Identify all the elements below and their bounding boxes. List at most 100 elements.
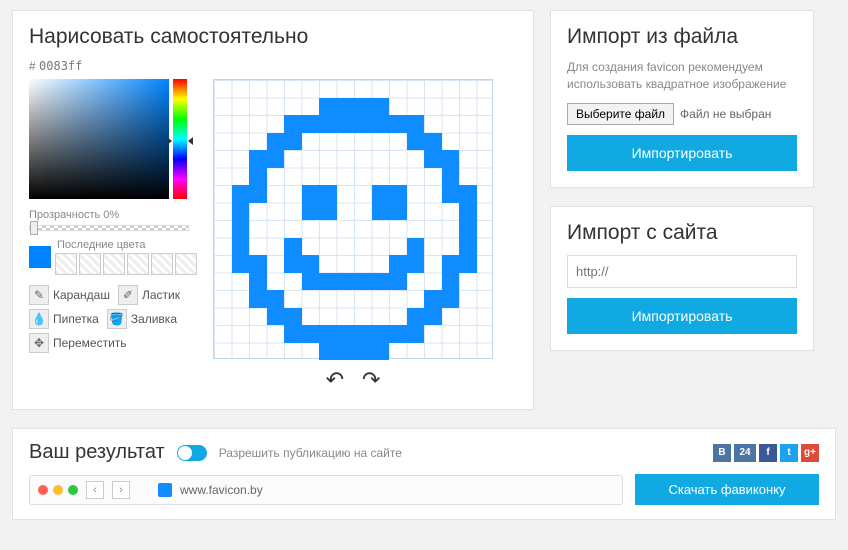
canvas-pixel[interactable]: [267, 133, 285, 151]
canvas-pixel[interactable]: [232, 203, 250, 221]
canvas-pixel[interactable]: [232, 220, 250, 238]
canvas-pixel[interactable]: [354, 343, 372, 361]
tool-fill[interactable]: 🪣Заливка: [107, 309, 177, 329]
canvas-pixel[interactable]: [407, 255, 425, 273]
canvas-pixel[interactable]: [302, 255, 320, 273]
undo-button[interactable]: ↶: [326, 367, 344, 393]
current-color-swatch[interactable]: [29, 246, 51, 268]
canvas-pixel[interactable]: [302, 115, 320, 133]
recent-swatch[interactable]: [55, 253, 77, 275]
canvas-pixel[interactable]: [372, 185, 390, 203]
gplus-share-icon[interactable]: g+: [801, 444, 819, 462]
canvas-pixel[interactable]: [372, 203, 390, 221]
canvas-pixel[interactable]: [407, 308, 425, 326]
recent-swatch[interactable]: [79, 253, 101, 275]
redo-button[interactable]: ↷: [362, 367, 380, 393]
canvas-pixel[interactable]: [319, 325, 337, 343]
canvas-pixel[interactable]: [372, 115, 390, 133]
import-site-submit[interactable]: Импортировать: [567, 298, 797, 334]
canvas-pixel[interactable]: [354, 98, 372, 116]
canvas-pixel[interactable]: [249, 255, 267, 273]
canvas-pixel[interactable]: [389, 255, 407, 273]
canvas-pixel[interactable]: [459, 220, 477, 238]
recent-swatch[interactable]: [127, 253, 149, 275]
vk-share-icon[interactable]: B: [713, 444, 731, 462]
canvas-pixel[interactable]: [372, 325, 390, 343]
nav-back-button[interactable]: ‹: [86, 481, 104, 499]
canvas-pixel[interactable]: [284, 133, 302, 151]
canvas-pixel[interactable]: [389, 203, 407, 221]
canvas-pixel[interactable]: [337, 343, 355, 361]
canvas-pixel[interactable]: [389, 325, 407, 343]
canvas-pixel[interactable]: [424, 150, 442, 168]
canvas-pixel[interactable]: [319, 115, 337, 133]
canvas-pixel[interactable]: [249, 290, 267, 308]
canvas-pixel[interactable]: [372, 273, 390, 291]
download-button[interactable]: Скачать фавиконку: [635, 474, 819, 505]
canvas-pixel[interactable]: [354, 115, 372, 133]
canvas-pixel[interactable]: [249, 273, 267, 291]
canvas-pixel[interactable]: [354, 273, 372, 291]
canvas-pixel[interactable]: [442, 150, 460, 168]
recent-swatch[interactable]: [103, 253, 125, 275]
canvas-pixel[interactable]: [424, 133, 442, 151]
canvas-pixel[interactable]: [267, 150, 285, 168]
canvas-pixel[interactable]: [232, 238, 250, 256]
transparency-slider[interactable]: [29, 225, 189, 231]
canvas-pixel[interactable]: [389, 185, 407, 203]
canvas-pixel[interactable]: [424, 308, 442, 326]
canvas-pixel[interactable]: [232, 255, 250, 273]
publish-toggle[interactable]: [177, 445, 207, 461]
hex-input[interactable]: [39, 59, 109, 73]
canvas-pixel[interactable]: [284, 325, 302, 343]
nav-forward-button[interactable]: ›: [112, 481, 130, 499]
canvas-pixel[interactable]: [442, 255, 460, 273]
tool-pipette[interactable]: 💧Пипетка: [29, 309, 99, 329]
canvas-pixel[interactable]: [337, 273, 355, 291]
canvas-pixel[interactable]: [407, 325, 425, 343]
tool-eraser[interactable]: ✐Ластик: [118, 285, 180, 305]
canvas-pixel[interactable]: [337, 325, 355, 343]
canvas-pixel[interactable]: [424, 290, 442, 308]
canvas-pixel[interactable]: [284, 255, 302, 273]
canvas-pixel[interactable]: [389, 115, 407, 133]
pixel-canvas[interactable]: [213, 79, 493, 359]
canvas-pixel[interactable]: [459, 185, 477, 203]
canvas-pixel[interactable]: [442, 290, 460, 308]
canvas-pixel[interactable]: [442, 273, 460, 291]
canvas-pixel[interactable]: [337, 98, 355, 116]
tool-move[interactable]: ✥Переместить: [29, 333, 127, 353]
canvas-pixel[interactable]: [302, 203, 320, 221]
canvas-pixel[interactable]: [354, 325, 372, 343]
choose-file-button[interactable]: Выберите файл: [567, 103, 674, 125]
canvas-pixel[interactable]: [319, 343, 337, 361]
canvas-pixel[interactable]: [442, 185, 460, 203]
canvas-pixel[interactable]: [442, 168, 460, 186]
canvas-pixel[interactable]: [232, 185, 250, 203]
canvas-pixel[interactable]: [284, 308, 302, 326]
canvas-pixel[interactable]: [319, 98, 337, 116]
canvas-pixel[interactable]: [319, 273, 337, 291]
canvas-pixel[interactable]: [319, 185, 337, 203]
canvas-pixel[interactable]: [407, 133, 425, 151]
canvas-pixel[interactable]: [459, 255, 477, 273]
canvas-pixel[interactable]: [372, 98, 390, 116]
saturation-value-picker[interactable]: [29, 79, 169, 199]
canvas-pixel[interactable]: [267, 290, 285, 308]
canvas-pixel[interactable]: [459, 203, 477, 221]
canvas-pixel[interactable]: [372, 343, 390, 361]
transparency-handle[interactable]: [30, 221, 38, 235]
canvas-pixel[interactable]: [249, 185, 267, 203]
canvas-pixel[interactable]: [249, 150, 267, 168]
canvas-pixel[interactable]: [459, 238, 477, 256]
import-file-submit[interactable]: Импортировать: [567, 135, 797, 171]
canvas-pixel[interactable]: [337, 115, 355, 133]
recent-swatch[interactable]: [151, 253, 173, 275]
tw-share-icon[interactable]: t: [780, 444, 798, 462]
canvas-pixel[interactable]: [302, 325, 320, 343]
recent-swatch[interactable]: [175, 253, 197, 275]
canvas-pixel[interactable]: [284, 115, 302, 133]
canvas-pixel[interactable]: [284, 238, 302, 256]
canvas-pixel[interactable]: [302, 185, 320, 203]
site-url-input[interactable]: [567, 255, 797, 288]
